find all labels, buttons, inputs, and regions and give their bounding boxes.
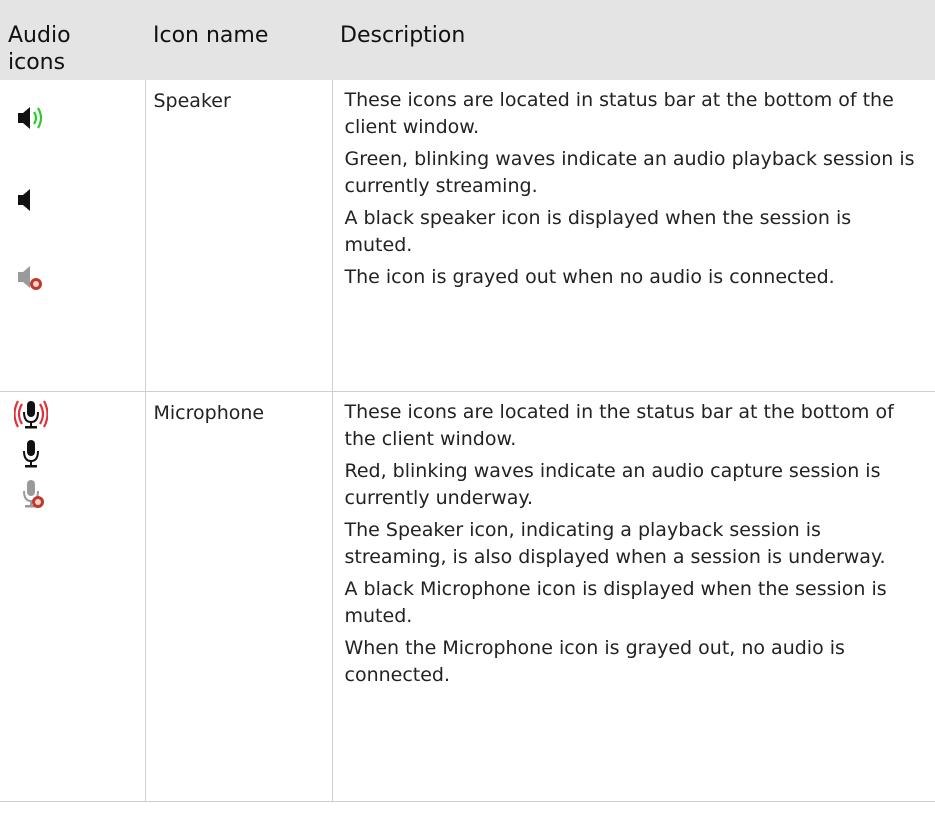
- speaker-desc-2: Green, blinking waves indicate an audio …: [344, 148, 915, 197]
- speaker-name-cell: Speaker: [145, 80, 333, 392]
- microphone-desc-5: When the Microphone icon is grayed out, …: [344, 637, 845, 686]
- microphone-desc-1: These icons are located in the status ba…: [344, 401, 894, 450]
- table-row-speaker: Speaker These icons are located in statu…: [0, 80, 935, 392]
- microphone-name-cell: Microphone: [145, 391, 333, 802]
- speaker-desc-1: These icons are located in status bar at…: [344, 89, 894, 138]
- speaker-icons-cell: [0, 80, 146, 392]
- header-audio-line1: Audio: [8, 23, 71, 48]
- microphone-desc-4: A black Microphone icon is displayed whe…: [344, 578, 887, 627]
- microphone-description-cell: These icons are located in the status ba…: [332, 391, 935, 802]
- audio-icons-table: Audio icons Icon name Description Speake…: [0, 0, 935, 802]
- header-description: Description: [332, 0, 935, 80]
- table-header-row: Audio icons Icon name Description: [0, 0, 935, 80]
- speaker-desc-4: The icon is grayed out when no audio is …: [344, 266, 835, 288]
- audio-icons-table-wrapper: Audio icons Icon name Description Speake…: [0, 0, 935, 802]
- microphone-muted-icon: [23, 440, 39, 468]
- microphone-capturing-icon: [14, 400, 48, 429]
- speaker-description-cell: These icons are located in status bar at…: [332, 80, 935, 392]
- microphone-desc-2: Red, blinking waves indicate an audio ca…: [344, 460, 881, 509]
- speaker-desc-3: A black speaker icon is displayed when t…: [344, 207, 852, 256]
- microphone-disconnected-icon: [23, 480, 44, 508]
- microphone-name: Microphone: [153, 402, 265, 424]
- table-row-microphone: Microphone These icons are located in th…: [0, 391, 935, 802]
- microphone-desc-3: The Speaker icon, indicating a playback …: [344, 519, 886, 568]
- speaker-muted-icon: [18, 189, 30, 211]
- speaker-streaming-icon: [18, 107, 43, 129]
- header-audio-icons: Audio icons: [0, 0, 145, 80]
- speaker-disconnected-icon: [18, 266, 42, 290]
- microphone-icons-cell: [0, 391, 146, 802]
- header-audio-line2: icons: [8, 50, 66, 75]
- header-icon-name: Icon name: [145, 0, 332, 80]
- speaker-name: Speaker: [153, 90, 231, 112]
